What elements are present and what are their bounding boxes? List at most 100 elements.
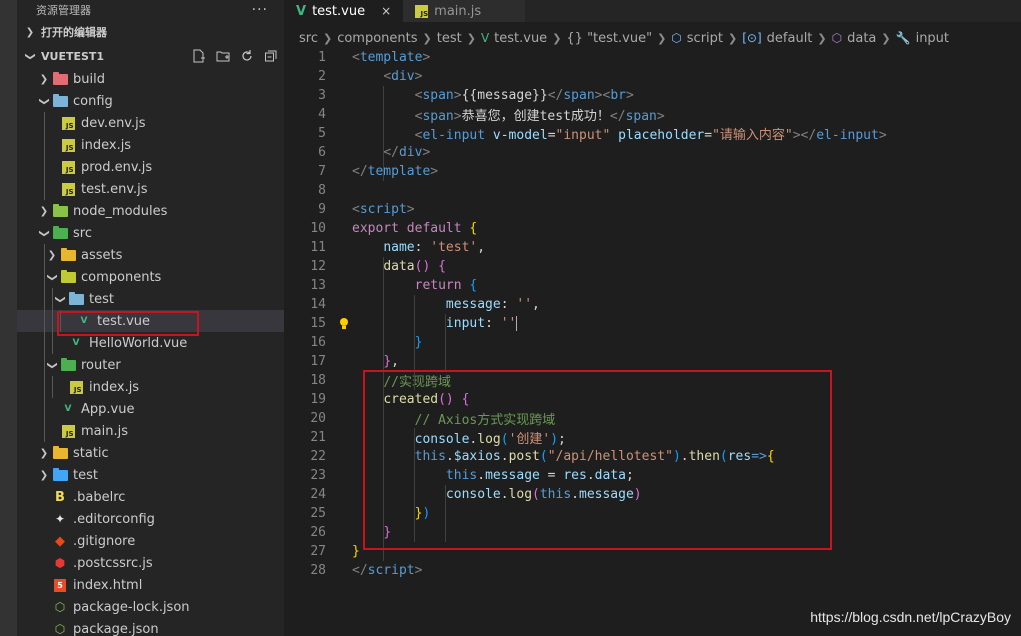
chevron-right-icon: ❯ xyxy=(881,31,891,45)
code-token: . xyxy=(571,487,579,502)
new-file-icon[interactable] xyxy=(192,49,206,63)
more-actions-icon[interactable]: ··· xyxy=(252,2,268,18)
tree-folder[interactable]: ❯ test xyxy=(17,464,284,486)
code-token: created xyxy=(383,392,439,407)
tree-file[interactable]: JS main.js xyxy=(17,420,284,442)
tree-folder[interactable]: ❯ src xyxy=(17,222,284,244)
tree-file[interactable]: JS prod.env.js xyxy=(17,156,284,178)
tab-main-js[interactable]: JS main.js xyxy=(403,0,526,22)
code-token: script xyxy=(367,563,415,578)
breadcrumb-item[interactable]: script xyxy=(687,31,723,46)
tree-file[interactable]: ◆ .gitignore xyxy=(17,530,284,552)
code-token: > xyxy=(878,128,887,143)
code-token: 'test' xyxy=(430,240,478,255)
tree-item-label: main.js xyxy=(81,423,128,439)
tree-folder[interactable]: ❯ static xyxy=(17,442,284,464)
code-token: { xyxy=(469,278,478,293)
collapse-all-icon[interactable] xyxy=(264,49,278,63)
project-section[interactable]: ❯ VUETEST1 xyxy=(17,44,284,68)
tree-file[interactable]: JS index.js xyxy=(17,376,284,398)
code-line: 11 name: 'test', xyxy=(284,238,1021,257)
tree-item-label: package.json xyxy=(73,621,159,636)
chevron-right-icon: ❯ xyxy=(422,31,432,45)
tree-file[interactable]: B .babelrc xyxy=(17,486,284,508)
breadcrumb-item[interactable]: src xyxy=(299,31,318,46)
tree-file[interactable]: V App.vue xyxy=(17,398,284,420)
tree-file[interactable]: JS dev.env.js xyxy=(17,112,284,134)
code-line: 19 created() { xyxy=(284,390,1021,409)
code-text: </script> xyxy=(326,563,422,578)
breadcrumb-item[interactable]: test.vue xyxy=(494,31,547,46)
code-token: = xyxy=(547,128,556,143)
line-number: 20 xyxy=(310,411,326,426)
tree-folder[interactable]: ❯ assets xyxy=(17,244,284,266)
new-folder-icon[interactable] xyxy=(216,49,230,63)
tree-file[interactable]: Vtest.vue xyxy=(17,310,284,332)
indent-guide xyxy=(44,178,45,200)
code-token: < xyxy=(383,69,392,84)
breadcrumb-item[interactable]: default xyxy=(767,31,813,46)
tree-file[interactable]: ✦ .editorconfig xyxy=(17,508,284,530)
tree-file[interactable]: ⬡ package.json xyxy=(17,618,284,636)
indent-guide xyxy=(44,354,45,376)
tree-folder[interactable]: ❯ components xyxy=(17,266,284,288)
refresh-icon[interactable] xyxy=(240,49,254,63)
code-token: template xyxy=(359,50,423,65)
code-token: '' xyxy=(500,316,517,331)
code-editor[interactable]: 1 <template> 2 <div> 3 <span>{{message}}</s… xyxy=(284,48,1021,580)
code-token: span xyxy=(422,88,454,103)
tree-item-label: build xyxy=(73,71,105,87)
code-token: } xyxy=(414,335,423,350)
code-line: 1 <template> xyxy=(284,48,1021,67)
tree-item-label: index.html xyxy=(73,577,143,593)
tree-file[interactable]: 5 index.html xyxy=(17,574,284,596)
code-token: //实现跨域 xyxy=(383,375,451,390)
code-text: <span>恭喜您，创建test成功！</span> xyxy=(326,105,665,124)
indent-guide xyxy=(383,86,384,181)
npm-file-icon: ⬡ xyxy=(54,600,66,614)
breadcrumb-item[interactable]: input xyxy=(916,31,949,46)
indent-guide xyxy=(60,310,61,332)
code-token: . xyxy=(586,468,595,483)
tree-folder[interactable]: ❯ router xyxy=(17,354,284,376)
breadcrumb-item[interactable]: data xyxy=(847,31,876,46)
tree-folder[interactable]: ❯ build xyxy=(17,68,284,90)
tab-label: test.vue xyxy=(312,3,366,19)
tree-file[interactable]: ⬢ .postcssrc.js xyxy=(17,552,284,574)
lightbulb-icon[interactable] xyxy=(338,317,350,331)
breadcrumb-item[interactable]: {} "test.vue" xyxy=(566,31,652,46)
explorer-sidebar: 资源管理器 ··· ❯ 打开的编辑器 ❯ VUETEST1 ❯ build ❯ … xyxy=(17,0,284,636)
tree-folder[interactable]: ❯ node_modules xyxy=(17,200,284,222)
code-token: } xyxy=(352,544,360,559)
code-token: () xyxy=(438,392,454,407)
tree-file[interactable]: ⬡ package-lock.json xyxy=(17,596,284,618)
code-token: div xyxy=(391,69,415,84)
indent-guide xyxy=(44,112,45,134)
code-text: input: '' xyxy=(326,316,518,331)
tree-item-label: App.vue xyxy=(81,401,135,417)
code-token: '创建' xyxy=(508,432,551,447)
file-tree: ❯ build ❯ config JS dev.env.js JS index.js JS pro… xyxy=(17,68,284,636)
line-number: 8 xyxy=(318,183,326,198)
tree-file[interactable]: V HelloWorld.vue xyxy=(17,332,284,354)
js-file-icon: JS xyxy=(60,160,76,174)
code-line: 20 // Axios方式实现跨域 xyxy=(284,409,1021,428)
js-file-icon: JS xyxy=(68,380,84,394)
line-number: 7 xyxy=(318,164,326,179)
code-token: ( xyxy=(532,487,540,502)
tree-file[interactable]: JS index.js xyxy=(17,134,284,156)
code-line: 7 </template> xyxy=(284,162,1021,181)
breadcrumb-item[interactable]: test xyxy=(437,31,462,46)
tree-folder[interactable]: ❯ test xyxy=(17,288,284,310)
tab-test-vue[interactable]: Vtest.vue × xyxy=(284,0,404,22)
breadcrumb-item[interactable]: components xyxy=(337,31,417,46)
code-token: > xyxy=(625,88,634,103)
settings-file-icon: ✦ xyxy=(54,512,66,526)
tree-folder[interactable]: ❯ config xyxy=(17,90,284,112)
code-token: . xyxy=(500,487,509,502)
open-editors-section[interactable]: ❯ 打开的编辑器 xyxy=(17,20,284,44)
close-icon[interactable]: × xyxy=(381,4,391,18)
tree-file[interactable]: JS test.env.js xyxy=(17,178,284,200)
code-text: this.$axios.post("/api/hellotest").then(… xyxy=(326,449,775,464)
